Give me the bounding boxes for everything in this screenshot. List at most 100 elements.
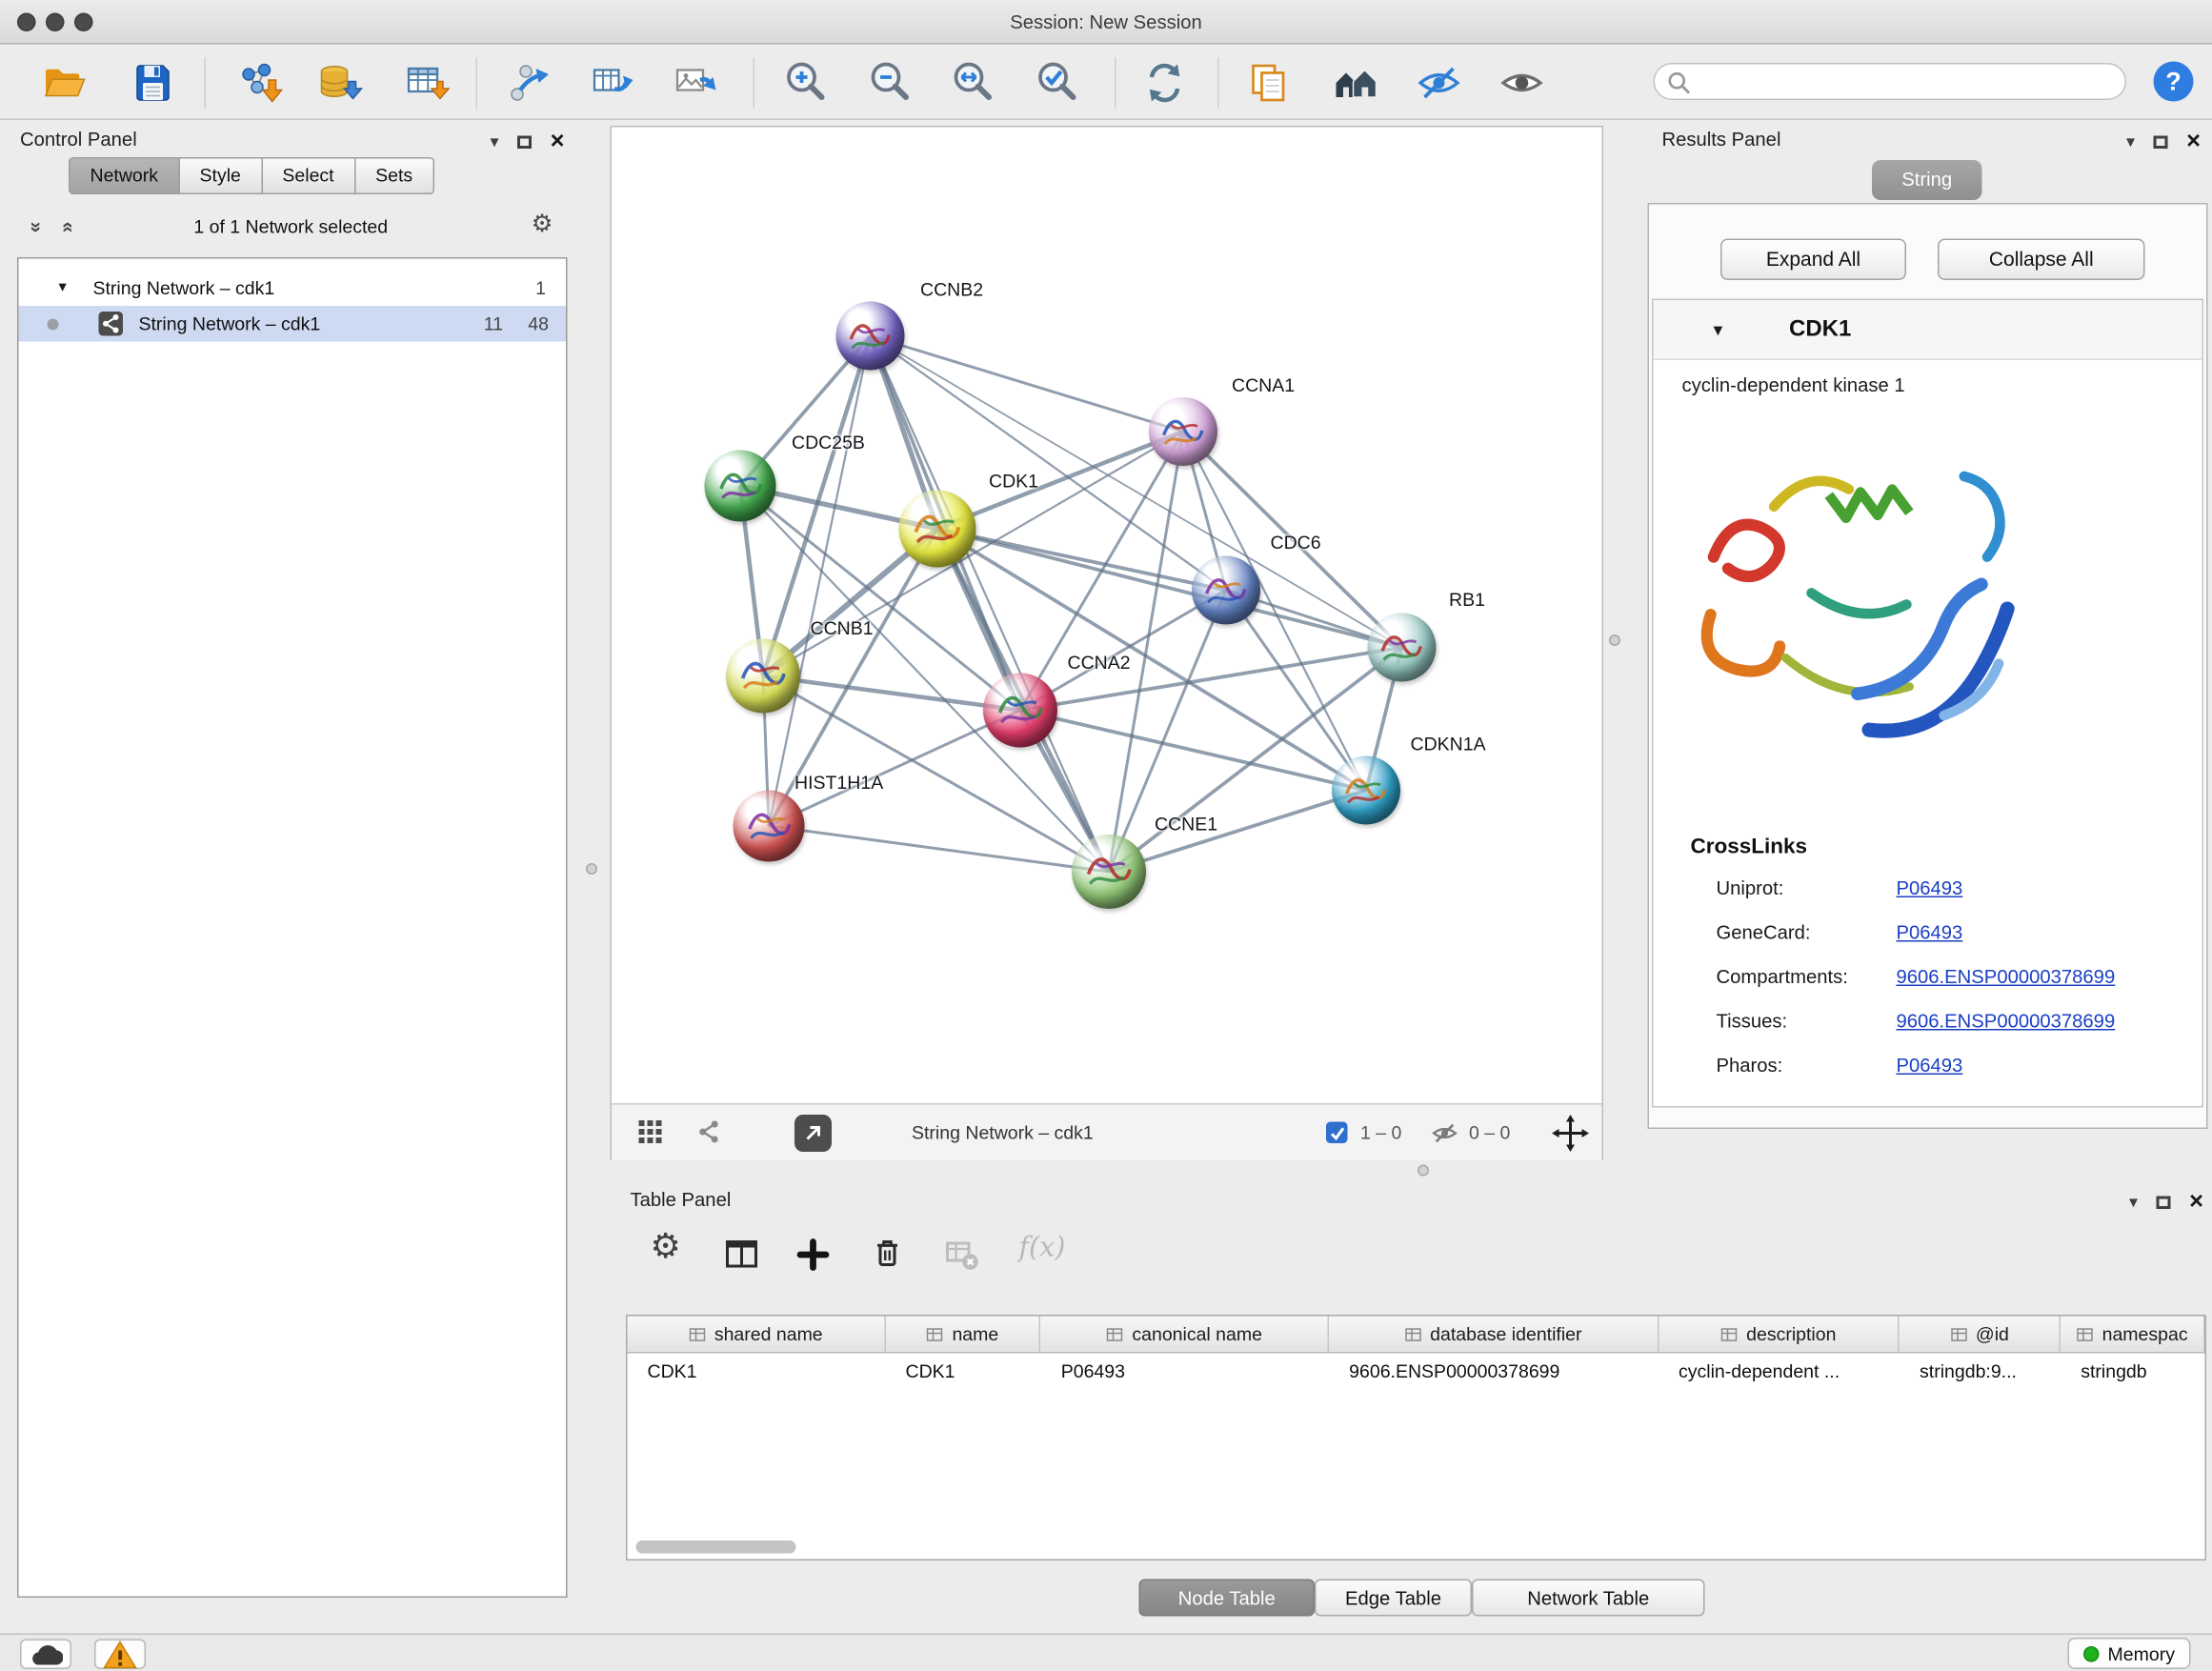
tab-edge-table[interactable]: Edge Table bbox=[1315, 1580, 1472, 1617]
new-table-icon[interactable] bbox=[589, 59, 637, 108]
show-all-eye-icon[interactable] bbox=[1498, 59, 1546, 108]
network-node-HIST1H1A[interactable] bbox=[734, 791, 805, 862]
warnings-button[interactable] bbox=[94, 1640, 146, 1670]
crosslink-tissues-link[interactable]: 9606.ENSP00000378699 bbox=[1897, 1011, 2116, 1033]
column-header-name[interactable]: name bbox=[886, 1317, 1041, 1354]
cell-id[interactable]: stringdb:9... bbox=[1900, 1354, 2061, 1390]
panel-close-icon[interactable]: × bbox=[2189, 1192, 2203, 1212]
cell-namespace[interactable]: stringdb bbox=[2061, 1354, 2204, 1390]
new-network-from-selection-icon[interactable] bbox=[506, 59, 554, 108]
network-edge[interactable] bbox=[871, 336, 1184, 433]
import-network-from-database-icon[interactable] bbox=[316, 59, 365, 108]
add-column-plus-icon[interactable] bbox=[796, 1238, 831, 1272]
horizontal-scrollbar-thumb[interactable] bbox=[636, 1540, 796, 1554]
import-network-icon[interactable] bbox=[234, 59, 283, 108]
home-networks-icon[interactable] bbox=[1332, 59, 1380, 108]
cell-shared-name[interactable]: CDK1 bbox=[628, 1354, 886, 1390]
tab-network[interactable]: Network bbox=[69, 157, 180, 194]
cell-database-identifier[interactable]: 9606.ENSP00000378699 bbox=[1329, 1354, 1659, 1390]
panel-float-icon[interactable] bbox=[2157, 1196, 2171, 1209]
table-row[interactable]: CDK1 CDK1 P06493 9606.ENSP00000378699 cy… bbox=[628, 1354, 2205, 1390]
select-columns-icon[interactable] bbox=[725, 1238, 759, 1272]
column-header-namespace[interactable]: namespac bbox=[2061, 1317, 2204, 1354]
column-header-description[interactable]: description bbox=[1659, 1317, 1900, 1354]
export-image-icon[interactable] bbox=[672, 59, 720, 108]
network-edge[interactable] bbox=[1109, 791, 1366, 873]
help-icon[interactable]: ? bbox=[2152, 60, 2195, 103]
right-splitter-handle[interactable] bbox=[1609, 634, 1620, 646]
birds-eye-view-icon[interactable] bbox=[694, 1117, 723, 1146]
network-edge[interactable] bbox=[769, 826, 1109, 872]
panel-close-icon[interactable]: × bbox=[551, 131, 565, 151]
gear-icon[interactable]: ⚙ bbox=[532, 211, 553, 239]
network-edge[interactable] bbox=[871, 336, 1110, 873]
network-edge[interactable] bbox=[769, 336, 871, 827]
open-session-icon[interactable] bbox=[40, 59, 89, 108]
network-node-CDC25B[interactable] bbox=[705, 451, 776, 522]
crosslink-genecard-link[interactable]: P06493 bbox=[1897, 922, 1963, 944]
tab-sets[interactable]: Sets bbox=[354, 157, 434, 194]
crosslink-compartments-link[interactable]: 9606.ENSP00000378699 bbox=[1897, 966, 2116, 988]
panel-collapse-icon[interactable]: ▾ bbox=[2129, 1194, 2138, 1211]
network-row-selected[interactable]: String Network – cdk1 11 48 bbox=[19, 306, 567, 342]
network-edge[interactable] bbox=[937, 529, 1402, 648]
network-edge[interactable] bbox=[1020, 711, 1366, 791]
zoom-selected-icon[interactable] bbox=[1034, 59, 1082, 108]
panel-collapse-icon[interactable]: ▾ bbox=[2126, 133, 2135, 151]
refresh-icon[interactable] bbox=[1140, 59, 1189, 108]
column-header-database-identifier[interactable]: database identifier bbox=[1329, 1317, 1659, 1354]
panel-float-icon[interactable] bbox=[2154, 135, 2168, 149]
tree-expander-icon[interactable]: ▾ bbox=[59, 271, 67, 307]
network-edge[interactable] bbox=[769, 711, 1020, 827]
cell-name[interactable]: CDK1 bbox=[886, 1354, 1041, 1390]
crosslink-uniprot-link[interactable]: P06493 bbox=[1897, 877, 1963, 899]
cloud-button[interactable] bbox=[20, 1640, 71, 1670]
tab-select[interactable]: Select bbox=[261, 157, 355, 194]
network-node-CCNE1[interactable] bbox=[1072, 835, 1146, 909]
network-node-CDK1[interactable] bbox=[899, 491, 976, 568]
hide-selected-eye-slash-icon[interactable] bbox=[1415, 59, 1463, 108]
hidden-eye-slash-icon[interactable] bbox=[1429, 1119, 1460, 1148]
export-view-button[interactable] bbox=[794, 1115, 832, 1152]
tab-node-table[interactable]: Node Table bbox=[1139, 1580, 1316, 1617]
tab-string[interactable]: String bbox=[1872, 160, 1982, 200]
network-node-CDC6[interactable] bbox=[1192, 556, 1260, 625]
network-collection-row[interactable]: ▾ String Network – cdk1 1 bbox=[19, 271, 567, 307]
search-box[interactable] bbox=[1654, 63, 2127, 100]
left-splitter-handle[interactable] bbox=[586, 863, 597, 875]
tab-style[interactable]: Style bbox=[178, 157, 262, 194]
import-table-icon[interactable] bbox=[403, 59, 452, 108]
zoom-out-icon[interactable] bbox=[866, 59, 915, 108]
memory-button[interactable]: Memory bbox=[2068, 1638, 2191, 1669]
column-header-id[interactable]: @id bbox=[1900, 1317, 2061, 1354]
search-input[interactable] bbox=[1695, 66, 2115, 100]
bottom-splitter-handle[interactable] bbox=[1418, 1165, 1429, 1177]
network-node-CDKN1A[interactable] bbox=[1332, 756, 1400, 825]
column-header-canonical-name[interactable]: canonical name bbox=[1041, 1317, 1329, 1354]
grid-view-icon[interactable] bbox=[637, 1119, 663, 1145]
delete-column-trash-icon[interactable] bbox=[871, 1237, 905, 1271]
tab-network-table[interactable]: Network Table bbox=[1472, 1580, 1705, 1617]
column-header-shared-name[interactable]: shared name bbox=[628, 1317, 886, 1354]
network-node-CCNA2[interactable] bbox=[983, 674, 1057, 748]
copy-document-icon[interactable] bbox=[1245, 59, 1294, 108]
pan-move-icon[interactable] bbox=[1552, 1115, 1589, 1152]
section-expander-icon[interactable]: ▾ bbox=[1714, 319, 1723, 342]
gene-section-header[interactable]: ▾ CDK1 bbox=[1654, 300, 2202, 360]
zoom-fit-icon[interactable] bbox=[949, 59, 997, 108]
network-node-CCNB2[interactable] bbox=[836, 302, 905, 371]
collapse-all-button[interactable]: Collapse All bbox=[1938, 239, 2145, 281]
network-canvas[interactable]: CCNB2CCNA1CDC25BCDK1CDC6RB1CCNB1CCNA2CDK… bbox=[612, 128, 1602, 1104]
network-node-CCNB1[interactable] bbox=[726, 639, 800, 714]
selected-nodes-checkbox[interactable] bbox=[1326, 1122, 1348, 1144]
network-node-CCNA1[interactable] bbox=[1149, 397, 1217, 466]
panel-float-icon[interactable] bbox=[517, 135, 532, 149]
table-settings-gear-icon[interactable]: ⚙ bbox=[651, 1226, 681, 1268]
network-edge[interactable] bbox=[937, 432, 1183, 529]
crosslink-pharos-link[interactable]: P06493 bbox=[1897, 1055, 1963, 1077]
cell-canonical-name[interactable]: P06493 bbox=[1041, 1354, 1329, 1390]
zoom-in-icon[interactable] bbox=[782, 59, 831, 108]
network-node-RB1[interactable] bbox=[1368, 614, 1437, 682]
expand-all-button[interactable]: Expand All bbox=[1720, 239, 1906, 281]
save-session-icon[interactable] bbox=[129, 59, 177, 108]
